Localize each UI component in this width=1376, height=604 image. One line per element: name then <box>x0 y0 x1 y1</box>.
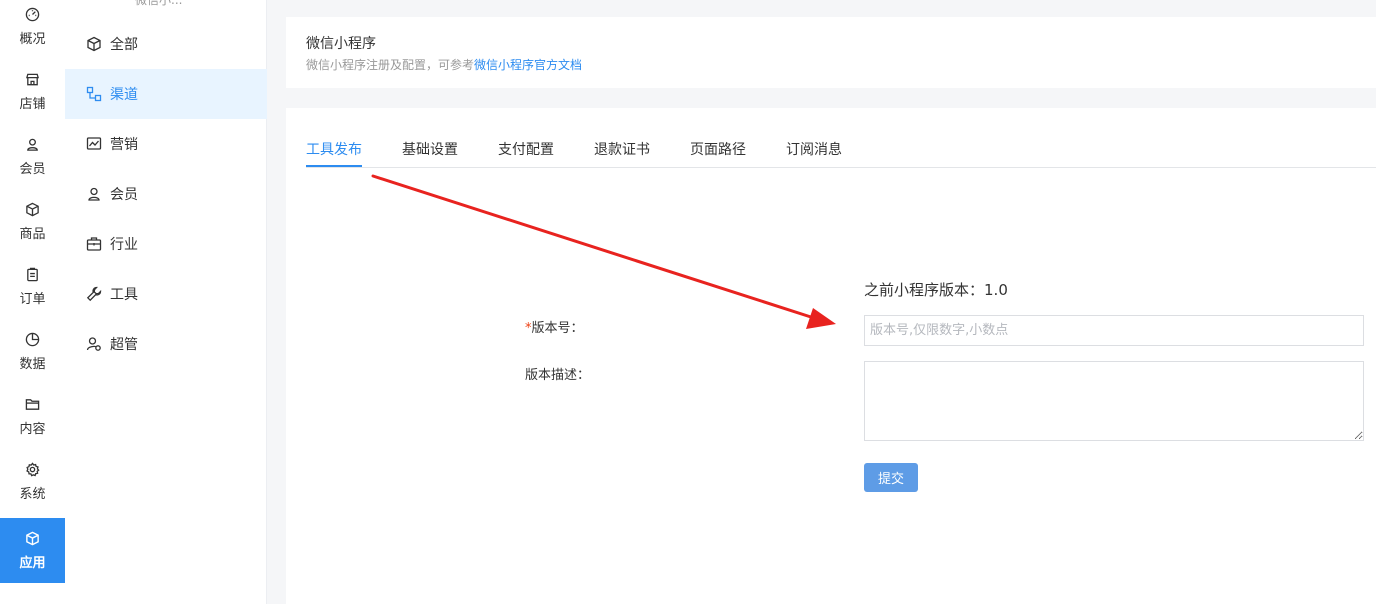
config-tabs: 工具发布 基础设置 支付配置 退款证书 页面路径 订阅消息 <box>306 130 1376 168</box>
subnav-item-label: 渠道 <box>110 87 138 103</box>
subnav-item-label: 营销 <box>110 137 138 153</box>
version-field-label: *版本号： <box>525 317 584 336</box>
rail-item-label: 应用 <box>19 555 46 571</box>
subnav-item-label: 全部 <box>110 37 138 53</box>
tab-tool-publish[interactable]: 工具发布 <box>306 139 362 159</box>
rail-item-label: 商品 <box>19 226 46 242</box>
subnav-item-label: 工具 <box>110 287 138 303</box>
subnav-partial-title: 微信小... <box>135 0 183 7</box>
rail-item-content[interactable]: 内容 <box>0 384 65 449</box>
admin-icon <box>86 337 101 351</box>
subnav-item-label: 会员 <box>110 187 138 203</box>
rail-item-data[interactable]: 数据 <box>0 319 65 384</box>
rail-item-apps[interactable]: 应用 <box>0 518 65 583</box>
tab-payment-config[interactable]: 支付配置 <box>498 139 554 159</box>
trend-icon <box>86 137 102 150</box>
rail-item-label: 店铺 <box>19 96 46 112</box>
config-panel: 工具发布 基础设置 支付配置 退款证书 页面路径 订阅消息 之前小程序版本：1.… <box>286 108 1376 604</box>
gear-icon <box>26 461 40 476</box>
version-label-text: 版本号： <box>531 321 584 336</box>
description-textarea[interactable] <box>864 361 1364 441</box>
subnav-item-industry[interactable]: 行业 <box>65 219 267 269</box>
folder-icon <box>25 398 40 410</box>
subnav-item-members[interactable]: 会员 <box>65 169 267 219</box>
subnav-item-marketing[interactable]: 营销 <box>65 119 267 169</box>
rail-item-orders[interactable]: 订单 <box>0 254 65 319</box>
rail-item-label: 内容 <box>19 421 46 437</box>
tab-subscribe-message[interactable]: 订阅消息 <box>786 139 842 159</box>
version-input[interactable] <box>864 315 1364 346</box>
submit-button[interactable]: 提交 <box>864 463 918 492</box>
rail-item-store[interactable]: 店铺 <box>0 59 65 124</box>
rail-item-label: 会员 <box>19 161 46 177</box>
page-subtitle: 微信小程序注册及配置，可参考微信小程序官方文档 <box>306 56 582 73</box>
tab-basic-settings[interactable]: 基础设置 <box>402 139 458 159</box>
rail-item-label: 订单 <box>19 291 46 307</box>
rail-item-members[interactable]: 会员 <box>0 124 65 189</box>
cube-icon <box>87 36 101 52</box>
user-icon <box>27 138 38 151</box>
subnav-item-channel[interactable]: 渠道 <box>65 69 267 119</box>
previous-version: 之前小程序版本：1.0 <box>864 279 1008 300</box>
description-field-label: 版本描述： <box>525 368 591 383</box>
subnav-item-label: 行业 <box>110 237 138 253</box>
active-tab-indicator <box>306 165 362 167</box>
previous-version-value: 1.0 <box>984 281 1008 299</box>
box-icon <box>26 531 39 545</box>
box-icon <box>26 202 39 216</box>
rail-item-label: 概况 <box>19 31 46 47</box>
tab-page-path[interactable]: 页面路径 <box>690 139 746 159</box>
tab-refund-cert[interactable]: 退款证书 <box>594 139 650 159</box>
secondary-nav: 微信小... 全部 渠道 营销 会员 行业 工具 超管 <box>65 0 267 604</box>
primary-nav-rail: 概况 店铺 会员 商品 订单 数据 内容 系统 应用 <box>0 0 65 604</box>
rail-item-label: 系统 <box>19 486 46 502</box>
rail-item-products[interactable]: 商品 <box>0 189 65 254</box>
page-title: 微信小程序 <box>306 36 376 52</box>
rail-item-overview[interactable]: 概况 <box>0 0 65 59</box>
user-icon <box>88 187 100 201</box>
subnav-item-super-admin[interactable]: 超管 <box>65 319 267 369</box>
subnav-item-tools[interactable]: 工具 <box>65 269 267 319</box>
channel-icon <box>86 86 102 102</box>
rail-item-label: 数据 <box>19 356 46 372</box>
subnav-item-all[interactable]: 全部 <box>65 19 267 69</box>
pie-chart-icon <box>25 332 40 346</box>
previous-version-label: 之前小程序版本： <box>864 281 985 299</box>
official-docs-link[interactable]: 微信小程序官方文档 <box>474 58 582 72</box>
store-icon <box>26 73 39 85</box>
clipboard-icon <box>27 267 38 281</box>
rail-item-system[interactable]: 系统 <box>0 449 65 514</box>
page-header: 微信小程序 微信小程序注册及配置，可参考微信小程序官方文档 <box>286 17 1376 88</box>
briefcase-icon <box>86 237 102 251</box>
subnav-item-label: 超管 <box>110 337 138 353</box>
dashboard-icon <box>25 7 40 21</box>
subtitle-text: 微信小程序注册及配置，可参考 <box>306 58 475 72</box>
wrench-icon <box>86 286 102 302</box>
